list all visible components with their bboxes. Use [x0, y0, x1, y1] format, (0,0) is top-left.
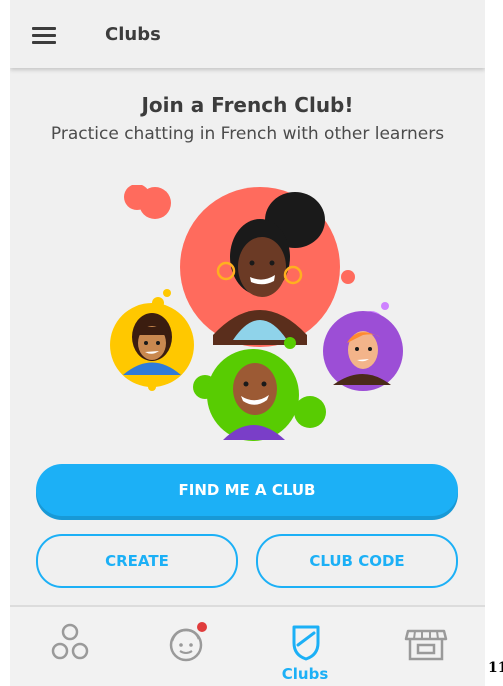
app-bar: Clubs: [10, 0, 485, 68]
edge-page-number: 11: [488, 660, 503, 676]
nav-tab-shop[interactable]: [364, 607, 482, 686]
find-club-button[interactable]: FIND ME A CLUB: [36, 464, 458, 516]
app-screen: Clubs Join a French Club! Practice chatt…: [10, 0, 485, 686]
nav-label-clubs: Clubs: [281, 665, 329, 683]
nav-tab-profile[interactable]: [128, 607, 246, 686]
page-title: Clubs: [105, 24, 161, 45]
hamburger-menu-icon[interactable]: [32, 24, 60, 46]
create-club-button[interactable]: CREATE: [36, 534, 238, 588]
club-members-illustration: [110, 185, 403, 441]
profile-face-icon: [169, 622, 207, 662]
club-code-button[interactable]: CLUB CODE: [256, 534, 458, 588]
clubs-shield-icon: [292, 625, 320, 661]
bottom-navigation: Clubs: [10, 605, 485, 686]
learn-circles-icon: [51, 623, 89, 660]
promo-subtitle: Practice chatting in French with other l…: [50, 124, 445, 144]
nav-tab-learn[interactable]: [10, 607, 128, 686]
promo-headline: Join a French Club!: [141, 93, 354, 117]
shop-storefront-icon: [404, 629, 448, 661]
nav-tab-clubs[interactable]: Clubs: [246, 607, 364, 686]
notification-badge: [197, 622, 207, 632]
